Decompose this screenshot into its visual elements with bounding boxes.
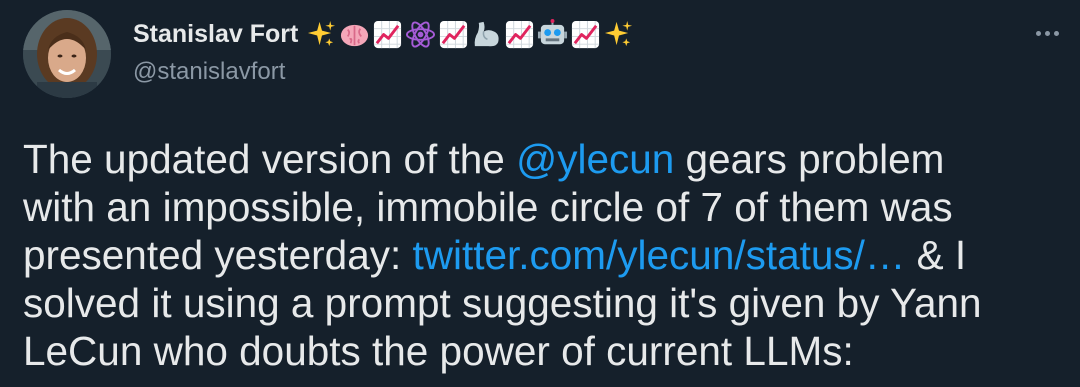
tweet-line-2: with an impossible, immobile circle of 7… — [23, 184, 953, 230]
brain-icon — [339, 19, 370, 50]
status-link[interactable]: twitter.com/ylecun/status/… — [412, 232, 905, 278]
avatar[interactable] — [23, 10, 111, 98]
chart-increasing-icon — [504, 19, 535, 50]
sparkles-icon — [603, 19, 634, 50]
tweet-text-segment: & I — [905, 232, 967, 278]
tweet-text: The updated version of the @ylecun gears… — [23, 135, 1068, 375]
name-emoji-row — [306, 18, 634, 50]
tweet: Stanislav Fort @stanislavfort The update… — [0, 0, 1080, 387]
tweet-line-4: solved it using a prompt suggesting it's… — [23, 280, 982, 326]
chart-increasing-icon — [372, 19, 403, 50]
more-dot — [1053, 30, 1059, 36]
chart-increasing-icon — [570, 19, 601, 50]
sparkles-icon — [306, 19, 337, 50]
more-dot — [1035, 30, 1041, 36]
flexed-biceps-icon — [471, 19, 502, 50]
tweet-text-segment: gears problem — [674, 136, 945, 182]
tweet-line-1: The updated version of the @ylecun gears… — [23, 135, 1068, 183]
author-name-row: Stanislav Fort — [133, 16, 634, 52]
author-handle[interactable]: @stanislavfort — [133, 58, 285, 86]
tweet-line-5: LeCun who doubts the power of current LL… — [23, 328, 854, 374]
mention-link[interactable]: @ylecun — [516, 136, 674, 182]
display-name[interactable]: Stanislav Fort — [133, 20, 298, 49]
tweet-text-segment: presented yesterday: — [23, 232, 413, 278]
more-dot — [1044, 30, 1050, 36]
tweet-line-3: presented yesterday: twitter.com/ylecun/… — [23, 231, 1068, 279]
more-options-icon[interactable] — [1027, 18, 1067, 48]
atom-icon — [405, 19, 436, 50]
chart-increasing-icon — [438, 19, 469, 50]
robot-icon — [537, 18, 568, 50]
tweet-text-segment: The updated version of the — [23, 136, 517, 182]
